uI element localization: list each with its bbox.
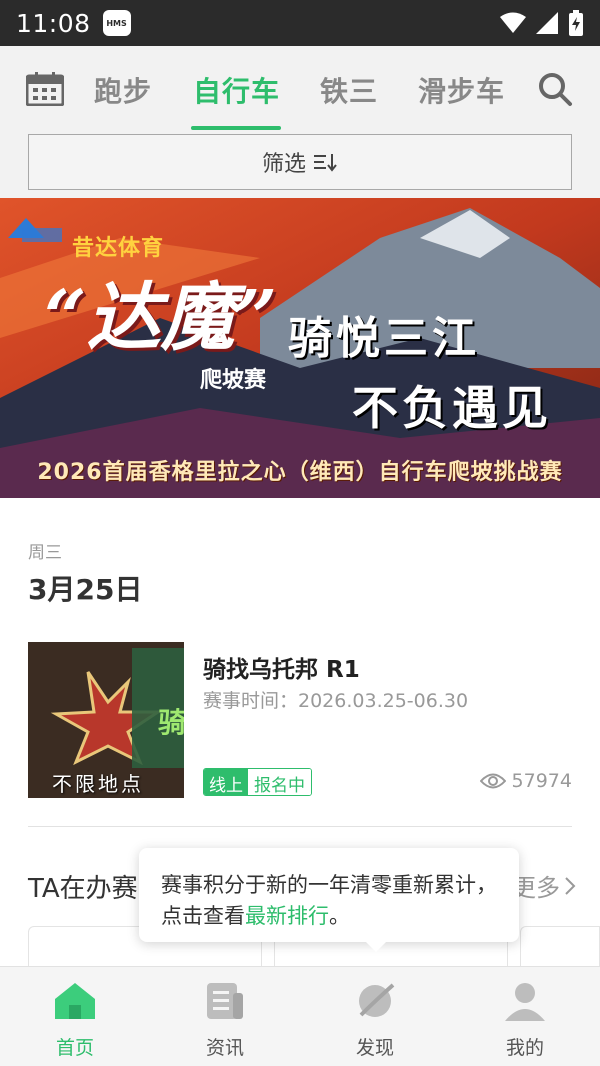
event-tags: 线上 报名中 [203,768,312,796]
filter-button[interactable]: 筛选 [28,134,572,190]
tooltip-arrow [364,940,388,952]
event-time: 赛事时间：2026.03.25-06.30 [203,690,469,712]
nav-news-label: 资讯 [205,1037,244,1059]
profile-icon [505,983,545,1021]
tab-balance-bike[interactable]: 滑步车 [418,70,505,110]
banner-calligraphy-sub: 爬坡赛 [200,368,267,393]
more-label: 更多 [512,874,560,902]
tab-running[interactable]: 跑步 [94,70,152,110]
chevron-right-icon [565,876,576,895]
nav-profile[interactable]: 我的 [450,967,600,1066]
search-icon[interactable] [537,71,573,107]
eye-icon [479,773,506,789]
event-location: 不限地点 [52,772,144,796]
nav-profile-label: 我的 [505,1037,544,1059]
nav-discover[interactable]: 发现 [300,967,450,1066]
event-card[interactable]: 骑 不限地点 骑找乌托邦 R1 赛事时间：2026.03.25-06.30 线上… [28,642,572,798]
date-heading: 3月25日 [28,573,143,606]
discover-icon [359,983,395,1017]
status-time: 11:08 [16,8,91,38]
section-title: TA在办赛 [28,874,138,904]
home-icon [55,983,95,1019]
banner-title-line2: 不负遇见 [352,381,552,435]
battery-icon [569,10,583,36]
more-link[interactable]: 更多 [512,868,576,903]
status-bar: 11:08 HMS [0,0,600,46]
tab-triathlon[interactable]: 铁三 [320,70,378,110]
banner-calligraphy: “达魔” [44,275,278,361]
event-title: 骑找乌托邦 R1 [203,657,360,683]
tooltip-end: 。 [329,904,350,928]
promo-banner[interactable]: 昔达体育 “达魔” 爬坡赛 骑悦三江 不负遇见 2026首届香格里拉之心（维西）… [0,198,600,498]
divider [28,826,572,827]
nav-discover-label: 发现 [355,1037,394,1059]
news-icon [207,983,243,1019]
latest-ranking-link[interactable]: 最新排行 [245,904,329,928]
view-count-value: 57974 [511,770,572,792]
calendar-icon[interactable] [26,72,64,106]
weekday-label: 周三 [28,543,62,563]
svg-text:骑: 骑 [158,706,184,739]
filter-bar: 筛选 [0,132,600,198]
wifi-icon [500,12,526,33]
bottom-nav: 首页 资讯 发现 我的 [0,966,600,1066]
hms-badge: HMS [102,10,131,36]
banner-title-line1: 骑悦三江 [288,313,480,364]
tag-online: 线上 [204,769,248,795]
top-tab-bar: 跑步 自行车 铁三 滑步车 [0,46,600,132]
banner-subtitle: 2026首届香格里拉之心（维西）自行车爬坡挑战赛 [37,460,563,485]
nav-home-label: 首页 [55,1037,94,1059]
points-reset-tooltip[interactable]: 赛事积分于新的一年清零重新累计，点击查看最新排行。 [139,848,519,942]
nav-news[interactable]: 资讯 [150,967,300,1066]
view-count: 57974 [479,770,572,792]
nav-home[interactable]: 首页 [0,967,150,1066]
tag-registration-status: 报名中 [248,769,311,795]
signal-icon [536,12,558,34]
filter-label: 筛选 [261,152,306,177]
active-tab-indicator [191,126,281,130]
tab-cycling[interactable]: 自行车 [193,70,280,110]
event-thumbnail: 骑 不限地点 [28,642,184,798]
sort-icon [314,154,337,172]
status-icons [500,10,584,36]
